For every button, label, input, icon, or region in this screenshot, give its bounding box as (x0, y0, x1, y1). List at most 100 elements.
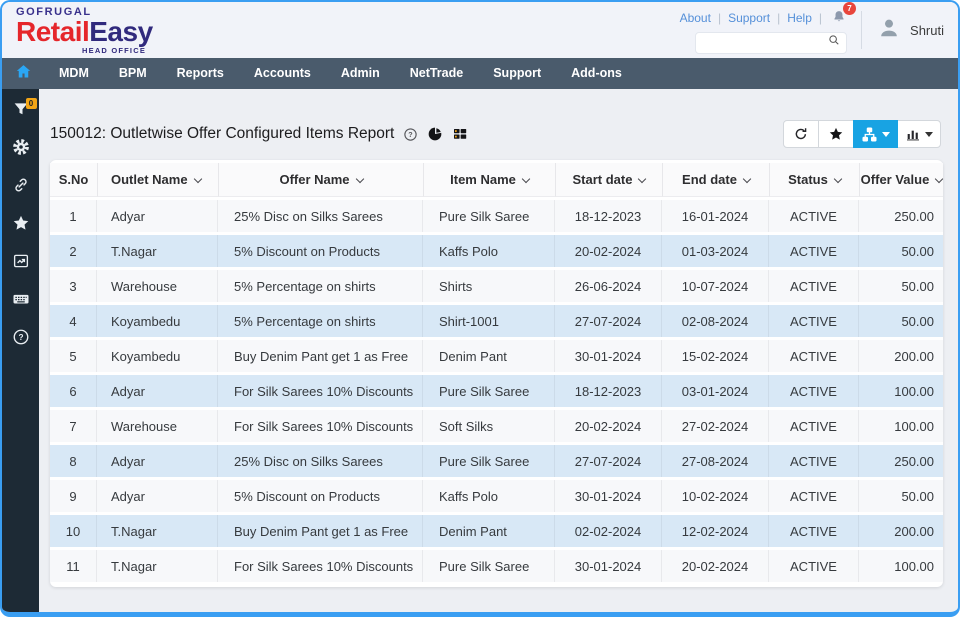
col-header-sno[interactable]: S.No (50, 163, 97, 197)
report-help-button[interactable]: ? (403, 127, 418, 142)
nav-item-accounts[interactable]: Accounts (239, 58, 326, 89)
notification-badge: 7 (843, 2, 856, 15)
cell-offer-value: 250.00 (859, 445, 943, 477)
global-search (695, 32, 847, 54)
cell-status: ACTIVE (769, 410, 859, 442)
cell-status: ACTIVE (769, 445, 859, 477)
settings-button[interactable] (12, 140, 30, 158)
nav-item-nettrade[interactable]: NetTrade (395, 58, 479, 89)
nav-item-addons[interactable]: Add-ons (556, 58, 637, 89)
user-menu[interactable]: Shruti (861, 11, 944, 49)
search-icon[interactable] (827, 33, 841, 52)
header-links: About| Support| Help| 7 (680, 9, 847, 28)
cell-item-name: Pure Silk Saree (423, 200, 555, 232)
logo-suffix: HEAD OFFICE (82, 47, 153, 55)
nav-item-admin[interactable]: Admin (326, 58, 395, 89)
table-row[interactable]: 1 Adyar 25% Disc on Silks Sarees Pure Si… (50, 200, 943, 232)
cell-item-name: Shirts (423, 270, 555, 302)
report-shortcut-button[interactable] (12, 254, 30, 272)
filter-button[interactable]: 0 (12, 102, 30, 120)
cell-start-date: 30-01-2024 (555, 550, 662, 582)
table-row[interactable]: 4 Koyambedu 5% Percentage on shirts Shir… (50, 305, 943, 337)
cell-status: ACTIVE (769, 200, 859, 232)
nav-home[interactable] (2, 63, 44, 85)
svg-text:?: ? (409, 131, 413, 139)
cell-offer-value: 100.00 (859, 410, 943, 442)
table-row[interactable]: 11 T.Nagar For Silk Sarees 10% Discounts… (50, 550, 943, 582)
cell-offer-name: 25% Disc on Silks Sarees (218, 200, 423, 232)
keyboard-shortcuts-button[interactable] (12, 292, 30, 310)
col-header-offer-name[interactable]: Offer Name (218, 163, 423, 197)
report-chart-icon (12, 252, 30, 275)
bell-icon (831, 14, 847, 28)
favorites-button[interactable] (12, 216, 30, 234)
cell-offer-value: 50.00 (859, 480, 943, 512)
cell-offer-name: 5% Discount on Products (218, 235, 423, 267)
help-circle-icon: ? (403, 127, 418, 142)
cell-item-name: Soft Silks (423, 410, 555, 442)
help-button[interactable]: ? (12, 330, 30, 348)
cell-offer-name: For Silk Sarees 10% Discounts (218, 410, 423, 442)
table-row[interactable]: 5 Koyambedu Buy Denim Pant get 1 as Free… (50, 340, 943, 372)
table-row[interactable]: 9 Adyar 5% Discount on Products Kaffs Po… (50, 480, 943, 512)
grid-view-icon (452, 126, 468, 142)
table-row[interactable]: 7 Warehouse For Silk Sarees 10% Discount… (50, 410, 943, 442)
refresh-button[interactable] (783, 120, 819, 148)
global-search-input[interactable] (704, 36, 827, 50)
hierarchy-view-button[interactable] (853, 120, 898, 148)
user-name: Shruti (910, 23, 944, 38)
sort-caret-icon (935, 175, 943, 183)
cell-offer-name: Buy Denim Pant get 1 as Free (218, 515, 423, 547)
table-row[interactable]: 10 T.Nagar Buy Denim Pant get 1 as Free … (50, 515, 943, 547)
chevron-down-icon (925, 132, 933, 137)
grid-view-button[interactable] (452, 126, 468, 142)
table-row[interactable]: 2 T.Nagar 5% Discount on Products Kaffs … (50, 235, 943, 267)
cell-outlet-name: Koyambedu (97, 340, 218, 372)
links-and-search: About| Support| Help| 7 (680, 7, 847, 54)
favorites-star-icon (12, 214, 30, 237)
cell-offer-name: 25% Disc on Silks Sarees (218, 445, 423, 477)
cell-end-date: 15-02-2024 (662, 340, 769, 372)
nav-item-reports[interactable]: Reports (162, 58, 239, 89)
cell-offer-value: 200.00 (859, 340, 943, 372)
support-link[interactable]: Support (728, 11, 770, 25)
cell-start-date: 30-01-2024 (555, 340, 662, 372)
help-link[interactable]: Help (787, 11, 812, 25)
cell-start-date: 18-12-2023 (555, 375, 662, 407)
table-body: 1 Adyar 25% Disc on Silks Sarees Pure Si… (50, 200, 943, 582)
col-header-start-date[interactable]: Start date (555, 163, 662, 197)
pie-chart-view-button[interactable] (427, 126, 443, 142)
about-link[interactable]: About (680, 11, 711, 25)
table-row[interactable]: 6 Adyar For Silk Sarees 10% Discounts Pu… (50, 375, 943, 407)
table-header-row: S.No Outlet Name Offer Name Item Name St… (50, 163, 943, 197)
cell-outlet-name: Adyar (97, 480, 218, 512)
col-header-offer-value[interactable]: Offer Value (859, 163, 943, 197)
col-header-item-name[interactable]: Item Name (423, 163, 555, 197)
table-row[interactable]: 8 Adyar 25% Disc on Silks Sarees Pure Si… (50, 445, 943, 477)
sort-caret-icon (834, 175, 842, 183)
report-table: S.No Outlet Name Offer Name Item Name St… (50, 160, 943, 585)
shortlinks-button[interactable] (12, 178, 30, 196)
cell-status: ACTIVE (769, 480, 859, 512)
col-header-status[interactable]: Status (769, 163, 859, 197)
cell-status: ACTIVE (769, 515, 859, 547)
cell-start-date: 26-06-2024 (555, 270, 662, 302)
report-title-group: 150012: Outletwise Offer Configured Item… (50, 125, 468, 143)
header-right-cluster: About| Support| Help| 7 (680, 2, 958, 58)
cell-sno: 9 (50, 480, 97, 512)
nav-item-bpm[interactable]: BPM (104, 58, 162, 89)
cell-end-date: 12-02-2024 (662, 515, 769, 547)
cell-offer-value: 200.00 (859, 515, 943, 547)
table-row[interactable]: 3 Warehouse 5% Percentage on shirts Shir… (50, 270, 943, 302)
favorite-report-button[interactable] (818, 120, 854, 148)
col-header-outlet-name[interactable]: Outlet Name (97, 163, 218, 197)
nav-item-mdm[interactable]: MDM (44, 58, 104, 89)
cell-end-date: 01-03-2024 (662, 235, 769, 267)
cell-start-date: 20-02-2024 (555, 235, 662, 267)
col-header-end-date[interactable]: End date (662, 163, 769, 197)
chart-view-button[interactable] (897, 120, 941, 148)
cell-outlet-name: Warehouse (97, 270, 218, 302)
nav-item-support[interactable]: Support (478, 58, 556, 89)
top-header: GOFRUGAL RetailEasy HEAD OFFICE About| S… (2, 2, 958, 58)
notifications-button[interactable]: 7 (831, 9, 847, 28)
